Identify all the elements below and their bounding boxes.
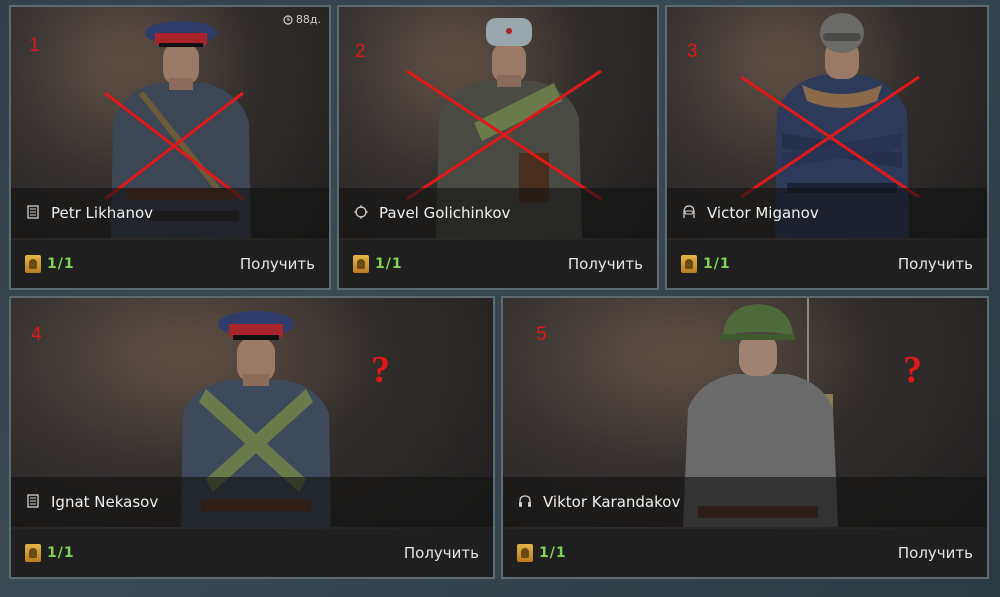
soldier-card-4[interactable]: 4 ? Ignat Nekasov 1/1 Получить (9, 296, 495, 579)
name-band: Ignat Nekasov (11, 477, 493, 527)
card-footer: 1/1 Получить (11, 529, 493, 577)
headset-icon (517, 493, 535, 511)
soldier-badge-icon (25, 255, 41, 273)
soldier-badge-icon (25, 544, 41, 562)
cross-out-mark (406, 69, 602, 201)
soldier-badge-icon (517, 544, 533, 562)
name-band: Pavel Golichinkov (339, 188, 657, 238)
soldier-card-3[interactable]: 3 Victor Miganov 1/1 Получить (665, 5, 989, 290)
reward-count: 1/1 (47, 256, 75, 272)
question-mark: ? (903, 349, 922, 391)
soldier-name: Victor Miganov (707, 204, 819, 222)
name-band: Victor Miganov (667, 188, 987, 238)
claim-button[interactable]: Получить (898, 544, 973, 562)
reward-count: 1/1 (375, 256, 403, 272)
soldier-card-2[interactable]: 2 Pavel Golichinkov 1/1 Получить (337, 5, 659, 290)
cross-out-mark (740, 75, 920, 199)
card-number: 3 (687, 41, 698, 62)
card-number: 2 (355, 41, 366, 62)
timer-text: 88д. (295, 13, 321, 26)
expiry-timer: 88д. (283, 13, 321, 26)
card-number: 4 (31, 324, 42, 345)
reward-count: 1/1 (539, 545, 567, 561)
crosshair-icon (353, 204, 371, 222)
clock-icon (283, 14, 293, 25)
card-footer: 1/1 Получить (339, 240, 657, 288)
claim-button[interactable]: Получить (568, 255, 643, 273)
soldier-badge-icon (353, 255, 369, 273)
soldier-badge-icon (681, 255, 697, 273)
claim-button[interactable]: Получить (240, 255, 315, 273)
card-footer: 1/1 Получить (503, 529, 987, 577)
card-footer: 1/1 Получить (11, 240, 329, 288)
manual-icon (25, 493, 43, 511)
manual-icon (25, 204, 43, 222)
name-band: Viktor Karandakov (503, 477, 987, 527)
soldier-name: Ignat Nekasov (51, 493, 159, 511)
claim-button[interactable]: Получить (898, 255, 973, 273)
claim-button[interactable]: Получить (404, 544, 479, 562)
name-band: Petr Likhanov (11, 188, 329, 238)
reward-count: 1/1 (47, 545, 75, 561)
card-number: 1 (29, 35, 40, 56)
card-footer: 1/1 Получить (667, 240, 987, 288)
soldier-name: Pavel Golichinkov (379, 204, 511, 222)
card-number: 5 (536, 324, 547, 345)
soldier-card-1[interactable]: 1 88д. Petr Likhanov 1/1 Получить (9, 5, 331, 290)
soldier-name: Viktor Karandakov (543, 493, 681, 511)
soldier-name: Petr Likhanov (51, 204, 154, 222)
question-mark: ? (371, 349, 390, 391)
soldier-card-5[interactable]: 5 ? Viktor Karandakov 1/1 Получить (501, 296, 989, 579)
reward-count: 1/1 (703, 256, 731, 272)
pilot-helmet-icon (681, 204, 699, 222)
